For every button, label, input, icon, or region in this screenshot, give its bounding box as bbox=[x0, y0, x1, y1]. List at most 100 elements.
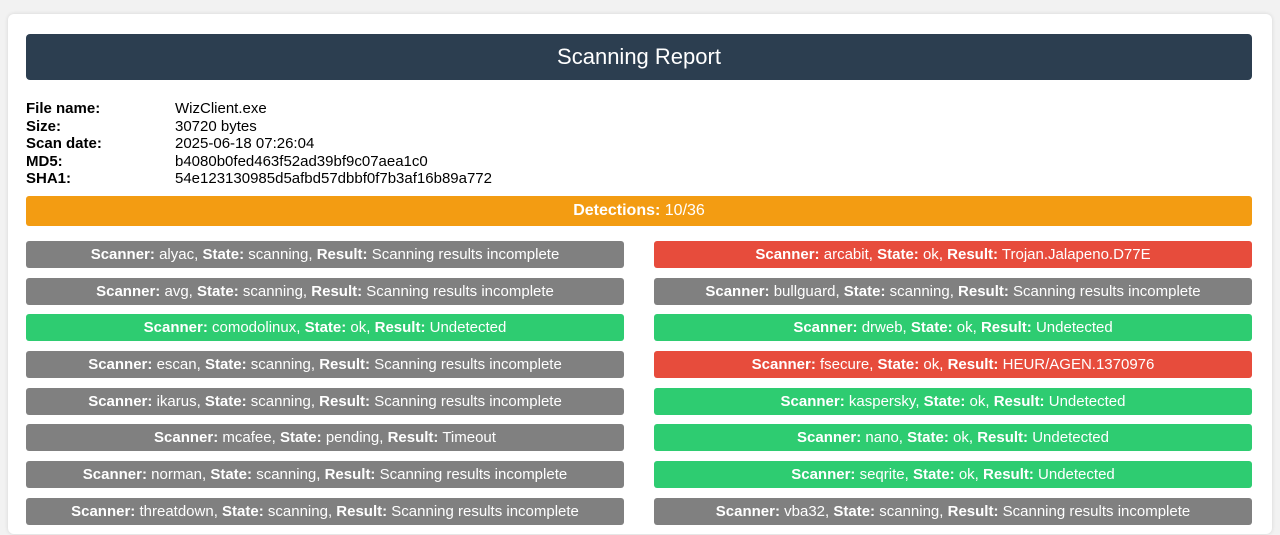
sha1-value: 54e123130985d5afbd57dbbf0f7b3af16b89a772 bbox=[175, 170, 492, 187]
result-value: Undetected bbox=[1038, 466, 1115, 484]
result-value: Undetected bbox=[1035, 319, 1113, 337]
scanner-result-row: Scanner: fsecure, State: ok, Result: HEU… bbox=[654, 351, 1252, 379]
scanner-label: Scanner: bbox=[154, 429, 219, 447]
scanner-name: alyac bbox=[159, 246, 195, 263]
result-label: Result: bbox=[977, 429, 1029, 447]
result-value: Undetected bbox=[1048, 392, 1126, 410]
state-label: State: bbox=[304, 319, 347, 337]
scanner-result-row: Scanner: avg, State: scanning, Result: S… bbox=[26, 277, 624, 305]
state-value: scanning bbox=[267, 502, 328, 520]
result-label: Result: bbox=[319, 392, 371, 410]
scanner-label: Scanner: bbox=[797, 429, 862, 447]
state-label: State: bbox=[907, 429, 949, 447]
scanner-label: Scanner: bbox=[71, 502, 136, 520]
scanner-result-row: Scanner: kaspersky, State: ok, Result: U… bbox=[654, 387, 1252, 415]
scanner-name: fsecure bbox=[820, 356, 870, 374]
state-label: State: bbox=[877, 356, 920, 374]
scanner-name: mcafee bbox=[222, 429, 272, 447]
file-size-row: Size: 30720 bytes bbox=[26, 118, 492, 136]
state-label: State: bbox=[222, 502, 264, 520]
state-value: ok bbox=[969, 392, 986, 410]
scan-date-label: Scan date: bbox=[26, 135, 102, 152]
file-info: File name: WizClient.exe Size: 30720 byt… bbox=[26, 100, 492, 188]
scanner-result-row: Scanner: ikarus, State: scanning, Result… bbox=[26, 387, 624, 415]
detections-banner: Detections: 10/36 bbox=[26, 196, 1252, 226]
detections-value: 10/36 bbox=[664, 202, 705, 219]
scanner-label: Scanner: bbox=[715, 502, 780, 520]
scanner-name: comodolinux bbox=[212, 319, 297, 337]
result-label: Result: bbox=[983, 466, 1034, 484]
result-value: Scanning results incomplete bbox=[366, 282, 554, 300]
scanner-name: seqrite bbox=[859, 466, 905, 484]
md5-label: MD5: bbox=[26, 152, 63, 170]
state-label: State: bbox=[877, 246, 919, 263]
md5-row: MD5: b4080b0fed463f52ad39bf9c07aea1c0 bbox=[26, 153, 492, 171]
scanner-result-row: Scanner: vba32, State: scanning, Result:… bbox=[654, 497, 1252, 525]
scanner-result-row: Scanner: norman, State: scanning, Result… bbox=[26, 461, 624, 489]
scanner-label: Scanner: bbox=[780, 392, 845, 410]
scanner-label: Scanner: bbox=[751, 356, 816, 374]
state-value: ok bbox=[923, 356, 940, 374]
scan-date-value: 2025-06-18 07:26:04 bbox=[175, 135, 315, 152]
state-label: State: bbox=[202, 246, 245, 263]
scanner-label: Scanner: bbox=[88, 356, 153, 374]
result-value: Scanning results incomplete bbox=[371, 246, 560, 263]
state-value: scanning bbox=[242, 282, 303, 300]
scanner-label: Scanner: bbox=[143, 319, 208, 337]
result-value: Scanning results incomplete bbox=[374, 356, 562, 374]
result-label: Result: bbox=[316, 246, 368, 263]
result-label: Result: bbox=[993, 392, 1045, 410]
result-label: Result: bbox=[374, 319, 426, 337]
scanner-label: Scanner: bbox=[793, 319, 858, 337]
scanner-label: Scanner: bbox=[705, 282, 770, 300]
scanner-result-row: Scanner: comodolinux, State: ok, Result:… bbox=[26, 314, 624, 342]
state-label: State: bbox=[910, 319, 953, 337]
scanner-result-row: Scanner: nano, State: ok, Result: Undete… bbox=[654, 424, 1252, 452]
result-label: Result: bbox=[311, 282, 363, 300]
scanner-name: threatdown bbox=[139, 502, 214, 520]
state-value: scanning bbox=[250, 356, 311, 374]
result-label: Result: bbox=[958, 282, 1009, 300]
file-size-label: Size: bbox=[26, 117, 62, 135]
sha1-row: SHA1: 54e123130985d5afbd57dbbf0f7b3af16b… bbox=[26, 170, 492, 188]
md5-value: b4080b0fed463f52ad39bf9c07aea1c0 bbox=[175, 152, 428, 170]
state-value: scanning bbox=[879, 502, 940, 520]
scanner-result-row: Scanner: seqrite, State: ok, Result: Und… bbox=[654, 461, 1252, 489]
state-value: ok bbox=[958, 466, 975, 484]
state-label: State: bbox=[843, 282, 886, 300]
result-label: Result: bbox=[947, 246, 998, 263]
scanner-name: arcabit bbox=[823, 246, 869, 263]
file-name-label: File name: bbox=[26, 100, 101, 117]
scanner-result-row: Scanner: arcabit, State: ok, Result: Tro… bbox=[654, 241, 1252, 268]
result-label: Result: bbox=[319, 356, 371, 374]
state-value: ok bbox=[350, 319, 367, 337]
result-value: Scanning results incomplete bbox=[379, 466, 568, 484]
state-label: State: bbox=[197, 282, 239, 300]
state-label: State: bbox=[204, 392, 247, 410]
scanner-name: norman bbox=[151, 466, 202, 484]
result-value: HEUR/AGEN.1370976 bbox=[1002, 356, 1155, 374]
state-label: State: bbox=[204, 356, 247, 374]
result-label: Result: bbox=[980, 319, 1032, 337]
state-label: State: bbox=[210, 466, 253, 484]
state-label: State: bbox=[923, 392, 966, 410]
scanner-label: Scanner: bbox=[88, 392, 153, 410]
scanner-name: nano bbox=[865, 429, 899, 447]
scanner-name: ikarus bbox=[156, 392, 197, 410]
scanner-name: kaspersky bbox=[848, 392, 916, 410]
scanner-result-row: Scanner: alyac, State: scanning, Result:… bbox=[26, 241, 624, 268]
result-value: Scanning results incomplete bbox=[1013, 282, 1201, 300]
result-value: Scanning results incomplete bbox=[374, 392, 562, 410]
state-label: State: bbox=[279, 429, 322, 447]
result-value: Undetected bbox=[1032, 429, 1109, 447]
file-name-row: File name: WizClient.exe bbox=[26, 100, 492, 118]
scanner-label: Scanner: bbox=[755, 246, 820, 263]
result-label: Result: bbox=[947, 502, 999, 520]
scanner-result-row: Scanner: escan, State: scanning, Result:… bbox=[26, 351, 624, 379]
scanner-result-row: Scanner: threatdown, State: scanning, Re… bbox=[26, 497, 624, 525]
scanner-label: Scanner: bbox=[96, 282, 161, 300]
state-value: ok bbox=[922, 246, 939, 263]
scanner-name: vba32 bbox=[784, 502, 826, 520]
state-value: ok bbox=[956, 319, 973, 337]
result-label: Result: bbox=[947, 356, 999, 374]
